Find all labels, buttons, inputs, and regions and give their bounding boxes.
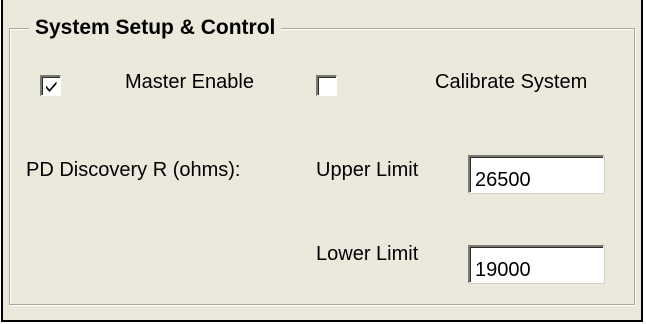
master-enable-label: Master Enable	[125, 71, 254, 93]
lower-limit-input[interactable]	[468, 245, 604, 283]
checkmark-icon	[46, 81, 57, 92]
master-enable-checkbox[interactable]	[40, 75, 61, 96]
upper-limit-input[interactable]	[468, 155, 604, 193]
upper-limit-label: Upper Limit	[316, 159, 419, 181]
pd-discovery-label: PD Discovery R (ohms):	[26, 159, 241, 181]
lower-limit-label: Lower Limit	[316, 243, 419, 265]
calibrate-system-checkbox[interactable]	[316, 75, 337, 96]
groupbox-title: System Setup & Control	[29, 13, 282, 43]
system-setup-panel: System Setup & Control Master Enable Cal…	[1, 0, 643, 322]
calibrate-system-label: Calibrate System	[435, 71, 588, 93]
